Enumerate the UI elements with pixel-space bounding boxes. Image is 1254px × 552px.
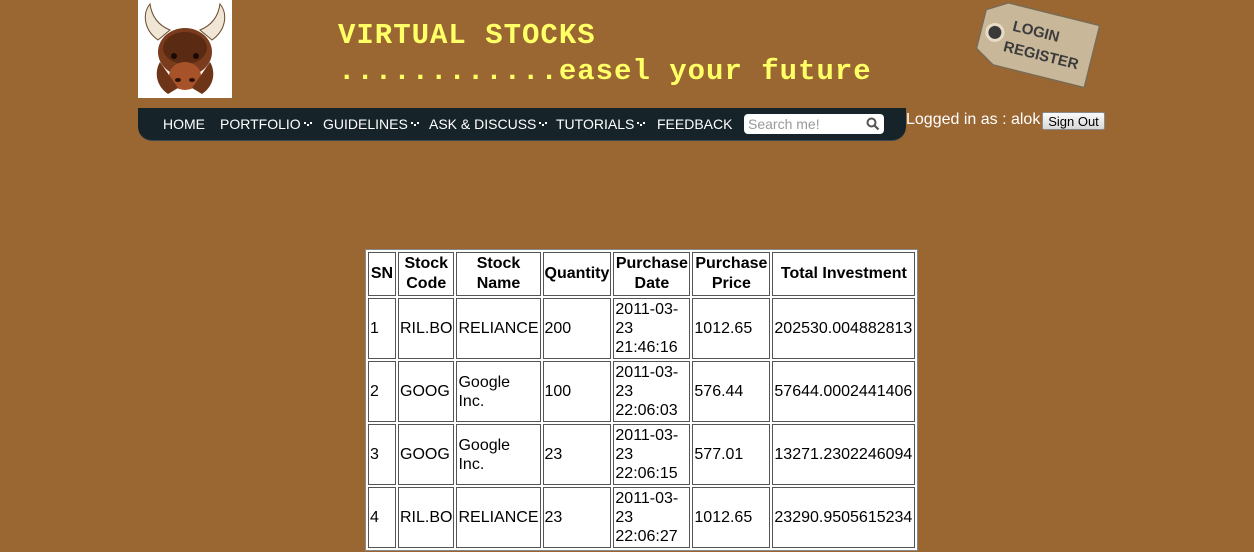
cell-total-investment: 57644.0002441406 [772,361,916,422]
dropdown-arrow-icon [637,122,646,127]
cell-purchase-price: 1012.65 [692,487,771,548]
bull-icon [144,2,226,94]
nav-home-label: HOME [163,116,205,132]
nav-ask-discuss[interactable]: ASK & DISCUSS [429,108,548,140]
dropdown-arrow-icon [410,122,419,127]
cell-stock-name: Google Inc. [456,361,541,422]
header-total-investment: Total Investment [772,252,916,296]
cell-stock-name: Google Inc. [456,424,541,485]
bull-logo [138,0,232,98]
header-quantity: Quantity [542,252,612,296]
cell-sn: 1 [368,298,396,359]
cell-purchase-date: 2011-03-23 22:06:03 [613,361,691,422]
cell-purchase-date: 2011-03-23 22:06:27 [613,487,691,548]
search-input[interactable] [748,115,860,133]
site-title: VIRTUAL STOCKS [338,19,596,52]
nav-portfolio-label: PORTFOLIO [220,116,301,132]
cell-purchase-date: 2011-03-23 22:06:15 [613,424,691,485]
cell-sn: 3 [368,424,396,485]
cell-quantity: 23 [542,424,612,485]
header-purchase-price: Purchase Price [692,252,771,296]
cell-stock-code: GOOG [398,361,455,422]
cell-stock-code: GOOG [398,424,455,485]
table-row: 4 RIL.BO RELIANCE 23 2011-03-23 22:06:27… [368,487,916,548]
cell-total-investment: 13271.2302246094 [772,424,916,485]
cell-total-investment: 202530.004882813 [772,298,916,359]
cell-total-investment: 23290.9505615234 [772,487,916,548]
table-row: 2 GOOG Google Inc. 100 2011-03-23 22:06:… [368,361,916,422]
header-purchase-date: Purchase Date [613,252,691,296]
cell-quantity: 200 [542,298,612,359]
cell-purchase-price: 576.44 [692,361,771,422]
nav-guidelines[interactable]: GUIDELINES [323,108,419,140]
cell-stock-code: RIL.BO [398,487,455,548]
login-register-tag[interactable]: LOGIN REGISTER [965,2,1101,89]
logged-in-status: Logged in as : alok [906,111,1041,128]
dropdown-arrow-icon [539,122,548,127]
cell-quantity: 23 [542,487,612,548]
portfolio-table: SN Stock Code Stock Name Quantity Purcha… [365,249,919,551]
cell-purchase-price: 1012.65 [692,298,771,359]
search-icon[interactable] [866,117,880,131]
search-box [744,114,884,134]
nav-feedback[interactable]: FEEDBACK [657,108,732,140]
nav-home[interactable]: HOME [163,108,205,140]
nav-tutorials[interactable]: TUTORIALS [556,108,646,140]
table-header-row: SN Stock Code Stock Name Quantity Purcha… [368,252,916,296]
nav-portfolio[interactable]: PORTFOLIO [220,108,312,140]
nav-feedback-label: FEEDBACK [657,116,733,132]
header-sn: SN [368,252,396,296]
dropdown-arrow-icon [303,122,312,127]
site-tagline: ............easel your future [338,55,872,88]
nav-ask-discuss-label: ASK & DISCUSS [429,116,537,132]
cell-quantity: 100 [542,361,612,422]
cell-stock-code: RIL.BO [398,298,455,359]
nav-tutorials-label: TUTORIALS [556,116,635,132]
nav-guidelines-label: GUIDELINES [323,116,408,132]
cell-purchase-date: 2011-03-23 21:46:16 [613,298,691,359]
main-nav: HOME PORTFOLIO GUIDELINES ASK & DISCUSS … [138,108,906,141]
cell-sn: 2 [368,361,396,422]
cell-stock-name: RELIANCE [456,298,541,359]
table-row: 3 GOOG Google Inc. 23 2011-03-23 22:06:1… [368,424,916,485]
cell-purchase-price: 577.01 [692,424,771,485]
header-stock-name: Stock Name [456,252,541,296]
header-stock-code: Stock Code [398,252,455,296]
cell-sn: 4 [368,487,396,548]
cell-stock-name: RELIANCE [456,487,541,548]
sign-out-button[interactable]: Sign Out [1042,112,1105,130]
table-row: 1 RIL.BO RELIANCE 200 2011-03-23 21:46:1… [368,298,916,359]
